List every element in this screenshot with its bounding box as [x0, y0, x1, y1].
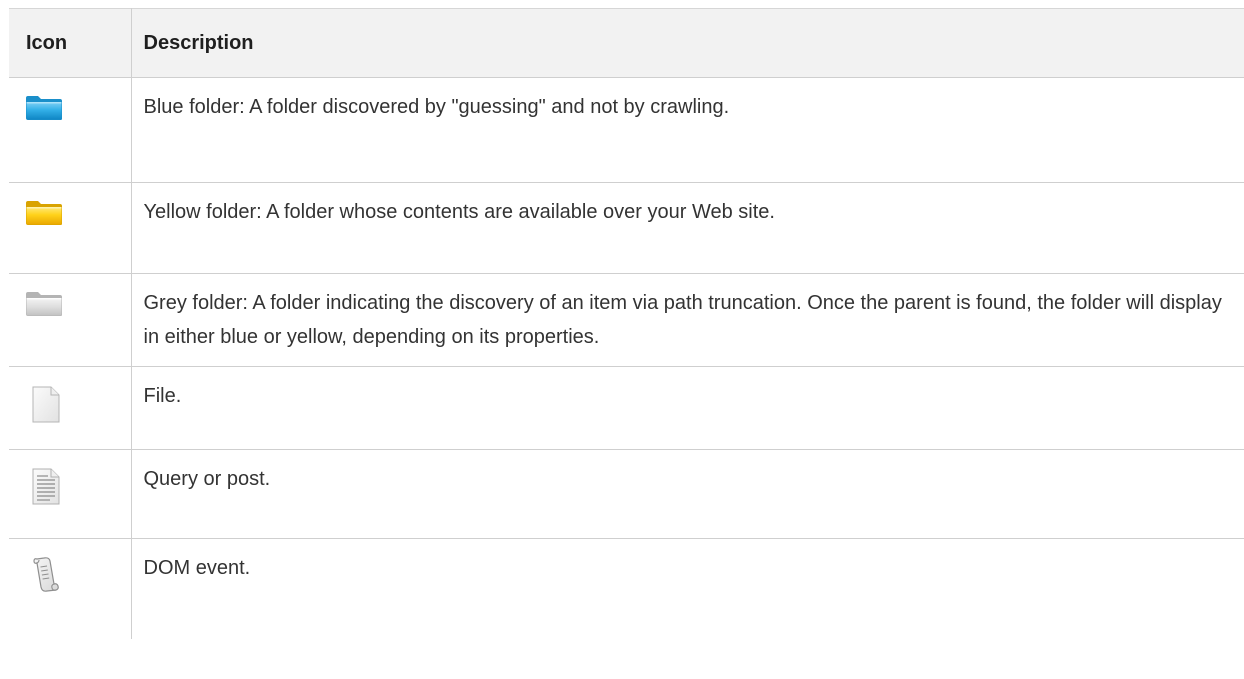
description-cell: File.: [130, 366, 1244, 450]
icon-column-header: Icon: [9, 8, 132, 78]
scroll-icon: [33, 557, 59, 592]
table-row: Yellow folder: A folder whose contents a…: [9, 182, 1244, 274]
table-row: DOM event.: [9, 538, 1244, 639]
icon-description-table: Icon Description Blue folder: A folder d…: [9, 8, 1244, 639]
icon-cell: [9, 182, 132, 274]
icon-cell: [9, 538, 132, 639]
description-cell: Blue folder: A folder discovered by "gue…: [130, 77, 1244, 183]
description-column-header: Description: [130, 8, 1244, 78]
description-cell: Query or post.: [130, 449, 1244, 539]
icon-cell: [9, 273, 132, 367]
grey-folder-icon: [26, 292, 62, 316]
description-cell: Grey folder: A folder indicating the dis…: [130, 273, 1244, 367]
yellow-folder-icon: [26, 201, 62, 225]
description-cell: DOM event.: [130, 538, 1244, 639]
icon-cell: [9, 77, 132, 183]
table-row: Grey folder: A folder indicating the dis…: [9, 273, 1244, 367]
table-header-row: Icon Description: [9, 8, 1244, 78]
table-row: Query or post.: [9, 449, 1244, 539]
blue-folder-icon: [26, 96, 62, 120]
file-icon: [32, 386, 60, 423]
icon-cell: [9, 366, 132, 450]
table-row: File.: [9, 366, 1244, 450]
query-post-icon: [32, 468, 60, 505]
description-cell: Yellow folder: A folder whose contents a…: [130, 182, 1244, 274]
table-row: Blue folder: A folder discovered by "gue…: [9, 77, 1244, 183]
icon-cell: [9, 449, 132, 539]
